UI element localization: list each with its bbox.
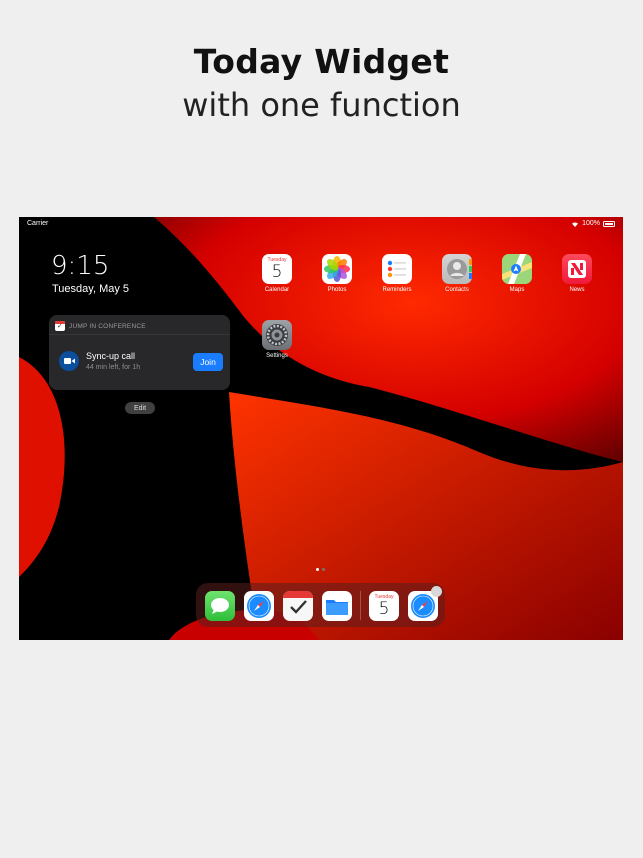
app-maps[interactable]: Maps [495,254,539,293]
page-indicator[interactable] [316,568,325,571]
meeting-time: 44 min left, for 1h [86,364,141,371]
calendar-icon-date: 5 [271,262,283,282]
contacts-icon [442,254,472,284]
join-button[interactable]: Join [193,353,223,371]
meeting-title: Sync-up call [86,351,136,361]
widget-divider [49,334,230,335]
status-right: 100% [571,220,615,227]
calendar-icon: Tuesday 5 [262,254,292,284]
app-label: Photos [327,287,347,293]
app-label: Maps [509,287,525,293]
app-calendar-check-icon [55,321,65,331]
app-label: Calendar [264,287,290,293]
video-camera-icon [59,351,79,371]
ipad-screen: Carrier 100% 9:15 Tuesday, May 5 JUMP IN… [19,217,623,640]
app-label: Contacts [445,287,469,293]
messages-icon[interactable] [205,591,235,621]
calendar-icon-date: 5 [378,599,390,619]
app-label: Settings [266,353,288,359]
battery-icon [603,220,615,227]
clock-time: 9:15 [51,251,110,281]
dock: Tuesday 5 [196,583,445,627]
calendar-icon[interactable]: Tuesday 5 [369,591,399,621]
clock-date: Tuesday, May 5 [52,283,130,295]
app-label: News [569,287,585,293]
app-calendar[interactable]: Tuesday 5 Calendar [255,254,299,293]
headline-subtitle: with one function [182,86,461,124]
dock-separator [360,591,361,620]
news-icon [562,254,592,284]
page-dot-active [316,568,319,571]
app-contacts[interactable]: Contacts [435,254,479,293]
battery-percent: 100% [582,220,600,227]
reminders-icon [382,254,412,284]
settings-icon [262,320,292,350]
app-settings[interactable]: Settings [255,320,299,359]
maps-icon [502,254,532,284]
reminders-app-icon[interactable] [283,591,313,621]
dock-handle[interactable] [431,586,442,597]
photos-icon [322,254,352,284]
files-icon[interactable] [322,591,352,621]
safari-icon[interactable] [244,591,274,621]
page-dot [322,568,325,571]
app-reminders[interactable]: Reminders [375,254,419,293]
app-photos[interactable]: Photos [315,254,359,293]
widget-title: JUMP IN CONFERENCE [69,322,146,330]
widget-header: JUMP IN CONFERENCE [55,321,146,331]
headline-title: Today Widget [193,42,450,81]
carrier-label: Carrier [27,220,49,227]
edit-button[interactable]: Edit [125,402,155,414]
wifi-icon [572,221,579,227]
app-news[interactable]: News [555,254,599,293]
app-label: Reminders [382,287,412,293]
conference-widget[interactable]: JUMP IN CONFERENCE Sync-up call 44 min l… [49,315,230,390]
